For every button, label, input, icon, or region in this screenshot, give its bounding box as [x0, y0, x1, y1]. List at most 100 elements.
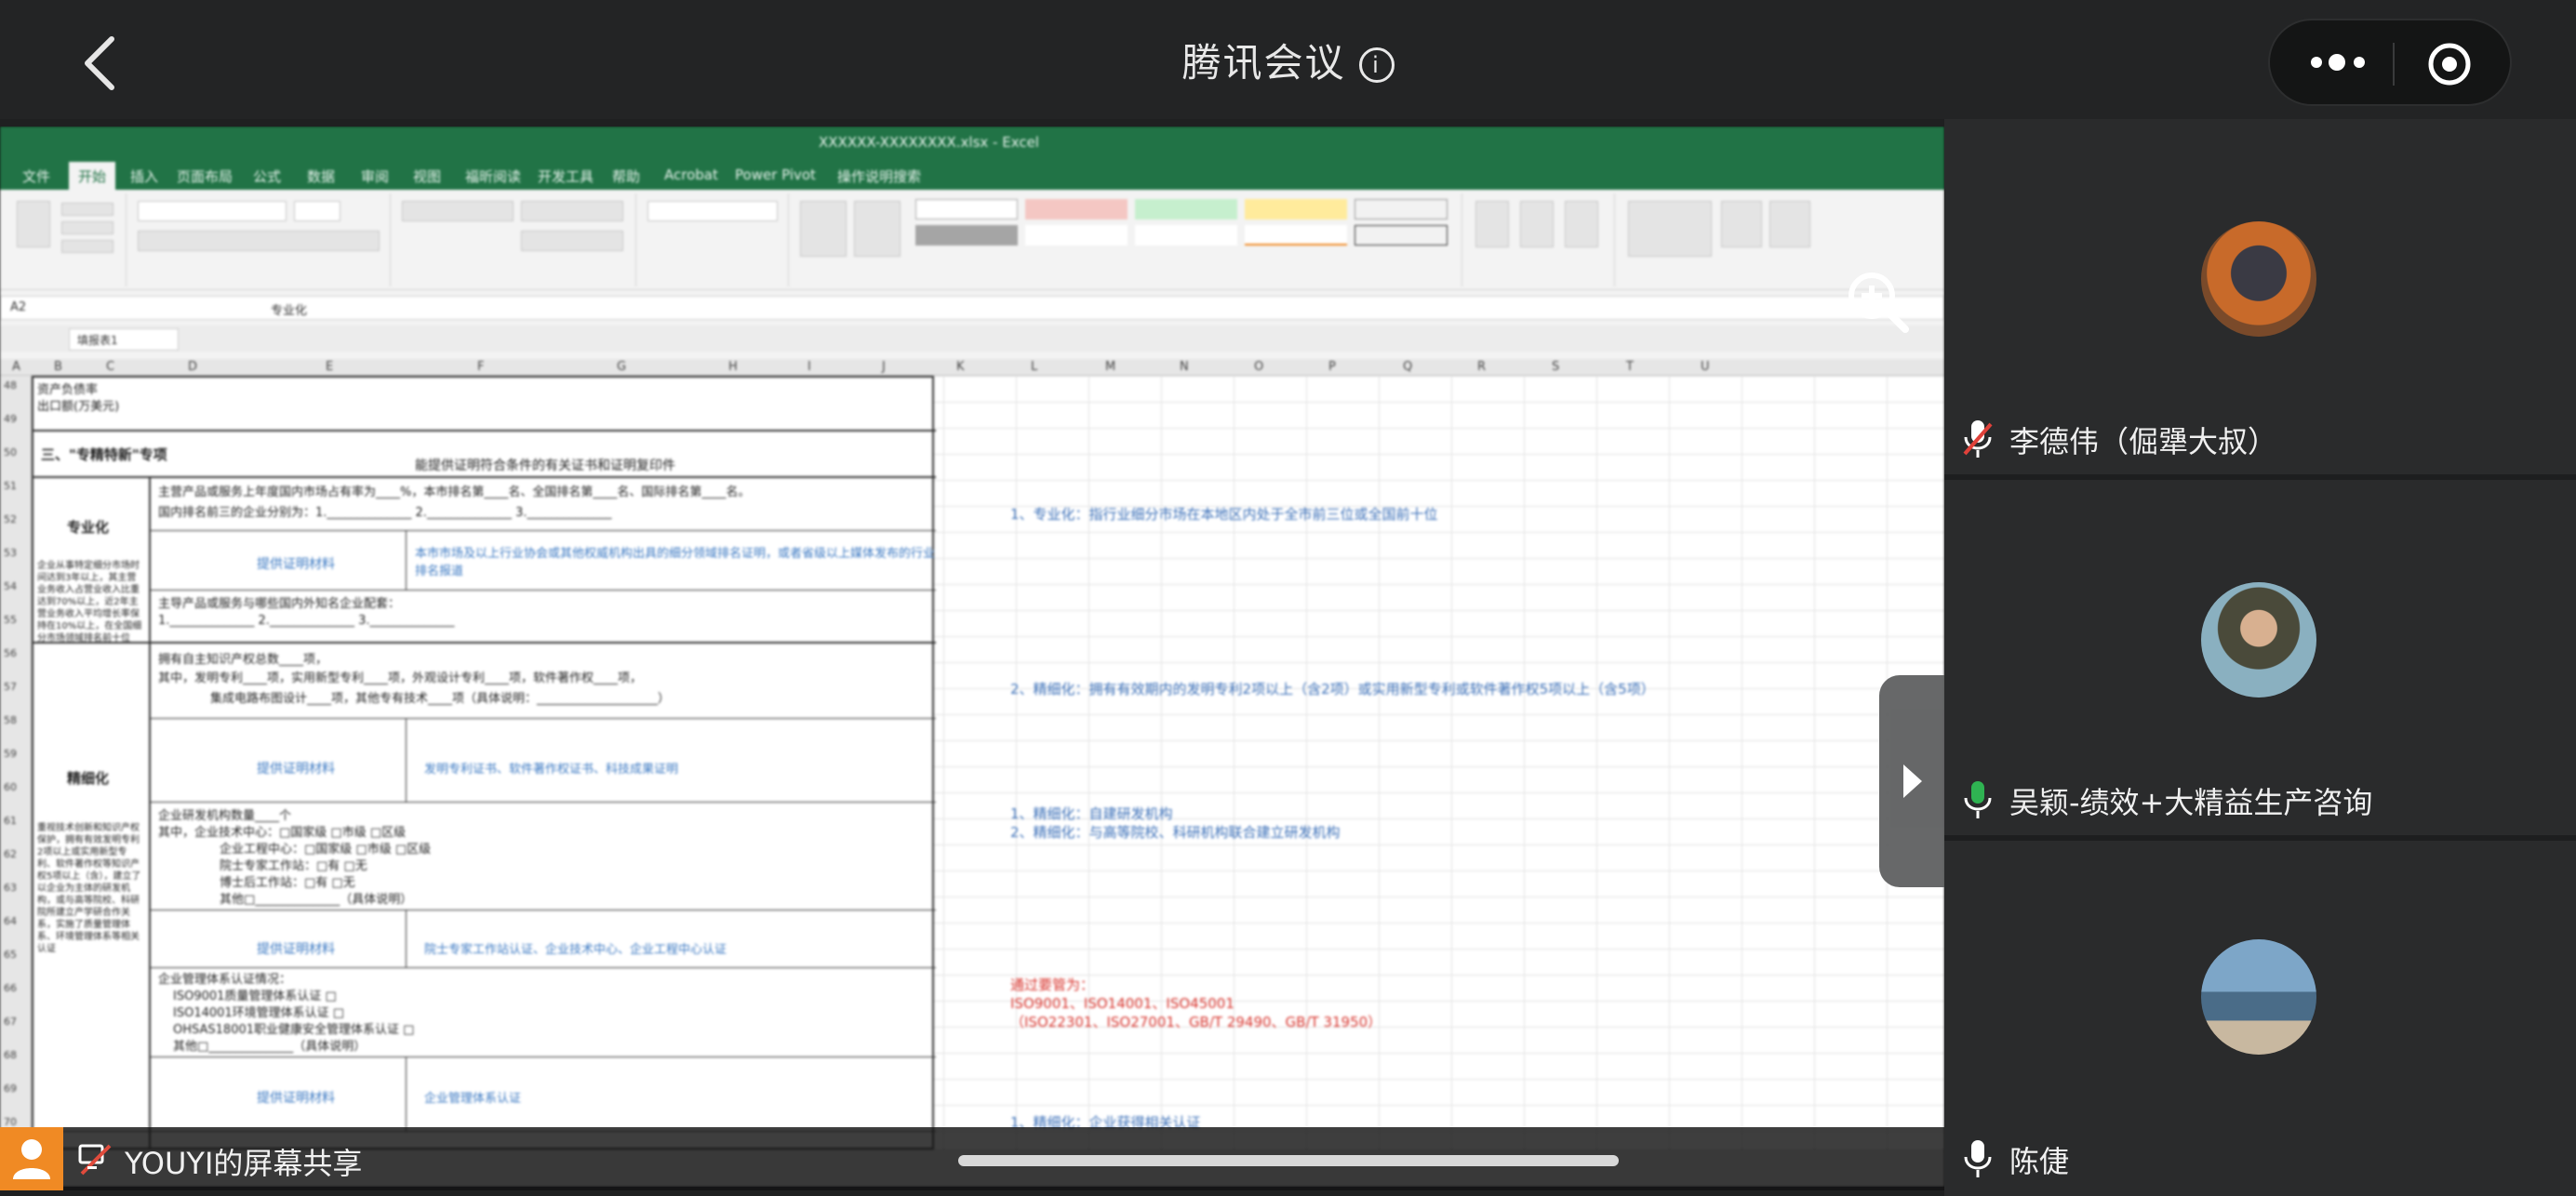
- person-icon[interactable]: [0, 1127, 63, 1190]
- ribbon-tab[interactable]: 审阅: [361, 166, 389, 186]
- autosum-button[interactable]: [1628, 201, 1712, 257]
- row-header[interactable]: 65: [4, 949, 17, 961]
- participant-tile[interactable]: 陈倢: [1944, 841, 2576, 1196]
- column-header[interactable]: M: [1105, 360, 1115, 374]
- target-icon[interactable]: [2426, 41, 2473, 87]
- row-header[interactable]: 61: [4, 815, 17, 827]
- wrap-text-button[interactable]: [521, 201, 623, 221]
- row-header[interactable]: 64: [4, 915, 17, 927]
- row-header[interactable]: 58: [4, 714, 17, 726]
- row-header[interactable]: 54: [4, 580, 17, 592]
- row-header[interactable]: 49: [4, 413, 17, 425]
- row-header[interactable]: 66: [4, 982, 17, 994]
- mic-icon[interactable]: [1961, 1138, 1995, 1179]
- column-header[interactable]: G: [617, 360, 626, 374]
- more-dots-icon[interactable]: [2307, 48, 2372, 76]
- ribbon-tab[interactable]: 视图: [413, 166, 441, 186]
- zoom-in-icon[interactable]: [1844, 268, 1911, 335]
- row-header[interactable]: 55: [4, 614, 17, 626]
- copy-button[interactable]: [61, 221, 113, 234]
- column-header[interactable]: C: [106, 360, 114, 374]
- delete-cells-button[interactable]: [1520, 201, 1554, 247]
- number-format-select[interactable]: [647, 201, 778, 221]
- column-header[interactable]: S: [1552, 360, 1559, 374]
- conditional-format-button[interactable]: [800, 201, 847, 257]
- font-format-buttons[interactable]: [138, 231, 380, 251]
- ribbon-search[interactable]: 操作说明搜索: [837, 166, 921, 186]
- ribbon-tab[interactable]: 福昕阅读: [465, 166, 521, 186]
- cut-button[interactable]: [61, 203, 113, 216]
- ribbon-tab[interactable]: 数据: [307, 166, 335, 186]
- ribbon-tab[interactable]: 插入: [130, 166, 158, 186]
- column-header[interactable]: A: [12, 360, 20, 374]
- ribbon-tab[interactable]: Acrobat: [664, 166, 718, 183]
- ribbon-tab[interactable]: Power Pivot: [735, 166, 816, 183]
- info-icon[interactable]: i: [1358, 47, 1395, 83]
- ribbon-tab[interactable]: 文件: [22, 166, 50, 186]
- row-header[interactable]: 59: [4, 748, 17, 760]
- shared-screen[interactable]: XXXXXX-XXXXXXXX.xlsx - Excel 文件 开始 插入 页面…: [0, 126, 1944, 1187]
- find-select-button[interactable]: [1769, 201, 1810, 247]
- style-warning[interactable]: [1135, 225, 1237, 246]
- row-header[interactable]: 56: [4, 647, 17, 659]
- column-header[interactable]: D: [188, 360, 197, 374]
- align-buttons[interactable]: [402, 201, 514, 221]
- ribbon-tab[interactable]: 开发工具: [538, 166, 594, 186]
- formula-input[interactable]: 专业化: [271, 300, 307, 318]
- sheet-tab[interactable]: 填报表1: [69, 328, 179, 351]
- ribbon-tab[interactable]: 页面布局: [177, 166, 233, 186]
- column-header[interactable]: I: [808, 360, 811, 374]
- style-output[interactable]: [1355, 225, 1448, 246]
- column-header[interactable]: J: [882, 360, 886, 374]
- sort-filter-button[interactable]: [1721, 201, 1762, 247]
- horizontal-scrollbar[interactable]: [958, 1155, 1619, 1166]
- row-header[interactable]: 52: [4, 513, 17, 525]
- column-header[interactable]: N: [1180, 360, 1189, 374]
- column-header[interactable]: O: [1254, 360, 1263, 374]
- row-header[interactable]: 63: [4, 882, 17, 894]
- ribbon-tab[interactable]: 公式: [253, 166, 281, 186]
- row-header[interactable]: 57: [4, 681, 17, 693]
- name-box[interactable]: A2: [10, 300, 103, 314]
- style-neutral[interactable]: [1245, 199, 1347, 219]
- ribbon-tab[interactable]: 帮助: [612, 166, 640, 186]
- style-explain[interactable]: [1025, 225, 1128, 246]
- ribbon-tab-active[interactable]: 开始: [69, 162, 116, 191]
- merge-center-button[interactable]: [521, 231, 623, 251]
- format-cells-button[interactable]: [1565, 201, 1598, 247]
- row-header[interactable]: 62: [4, 848, 17, 860]
- meeting-title[interactable]: 腾讯会议 i: [0, 32, 2576, 88]
- style-calc[interactable]: [1355, 199, 1448, 219]
- row-header[interactable]: 53: [4, 547, 17, 559]
- mic-muted-icon[interactable]: [1961, 419, 1995, 459]
- row-header[interactable]: 50: [4, 446, 17, 458]
- paste-button[interactable]: [17, 201, 50, 247]
- column-header[interactable]: F: [477, 360, 484, 374]
- column-header[interactable]: B: [54, 360, 62, 374]
- row-header[interactable]: 69: [4, 1083, 17, 1095]
- mic-active-icon[interactable]: [1961, 779, 1995, 820]
- column-header[interactable]: L: [1031, 360, 1037, 374]
- column-header[interactable]: T: [1626, 360, 1634, 374]
- row-header[interactable]: 48: [4, 379, 17, 392]
- row-header[interactable]: 60: [4, 781, 17, 793]
- style-linked[interactable]: [1245, 225, 1347, 246]
- row-header[interactable]: 51: [4, 480, 17, 492]
- column-header[interactable]: K: [956, 360, 965, 374]
- insert-cells-button[interactable]: [1475, 201, 1509, 247]
- font-size-select[interactable]: [294, 201, 340, 221]
- style-good[interactable]: [1135, 199, 1237, 219]
- style-check[interactable]: [915, 225, 1018, 246]
- participant-tile[interactable]: 吴颖-绩效+大精益生产咨询: [1944, 480, 2576, 835]
- column-header[interactable]: Q: [1403, 360, 1412, 374]
- font-select[interactable]: [138, 201, 287, 221]
- style-bad[interactable]: [1025, 199, 1128, 219]
- column-header[interactable]: R: [1477, 360, 1486, 374]
- column-header[interactable]: H: [728, 360, 738, 374]
- column-header[interactable]: E: [326, 360, 333, 374]
- column-header[interactable]: P: [1328, 360, 1336, 374]
- format-table-button[interactable]: [854, 201, 901, 257]
- row-header[interactable]: 67: [4, 1016, 17, 1028]
- collapse-panel-handle[interactable]: [1879, 675, 1944, 887]
- participant-tile[interactable]: 李德伟（倔犟大叔）: [1944, 119, 2576, 474]
